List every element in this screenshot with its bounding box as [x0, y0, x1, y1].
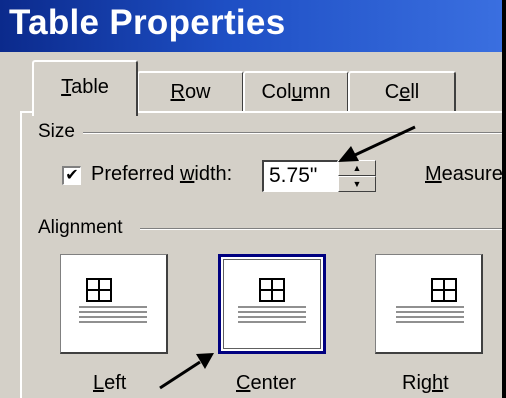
tab-table[interactable]: Table [32, 60, 138, 116]
screen-edge [502, 0, 506, 398]
arrow-to-center-option [159, 353, 214, 390]
table-properties-dialog: Table Properties Row Column Cell Table S… [0, 0, 503, 398]
arrow-to-width-spinner [338, 125, 416, 162]
